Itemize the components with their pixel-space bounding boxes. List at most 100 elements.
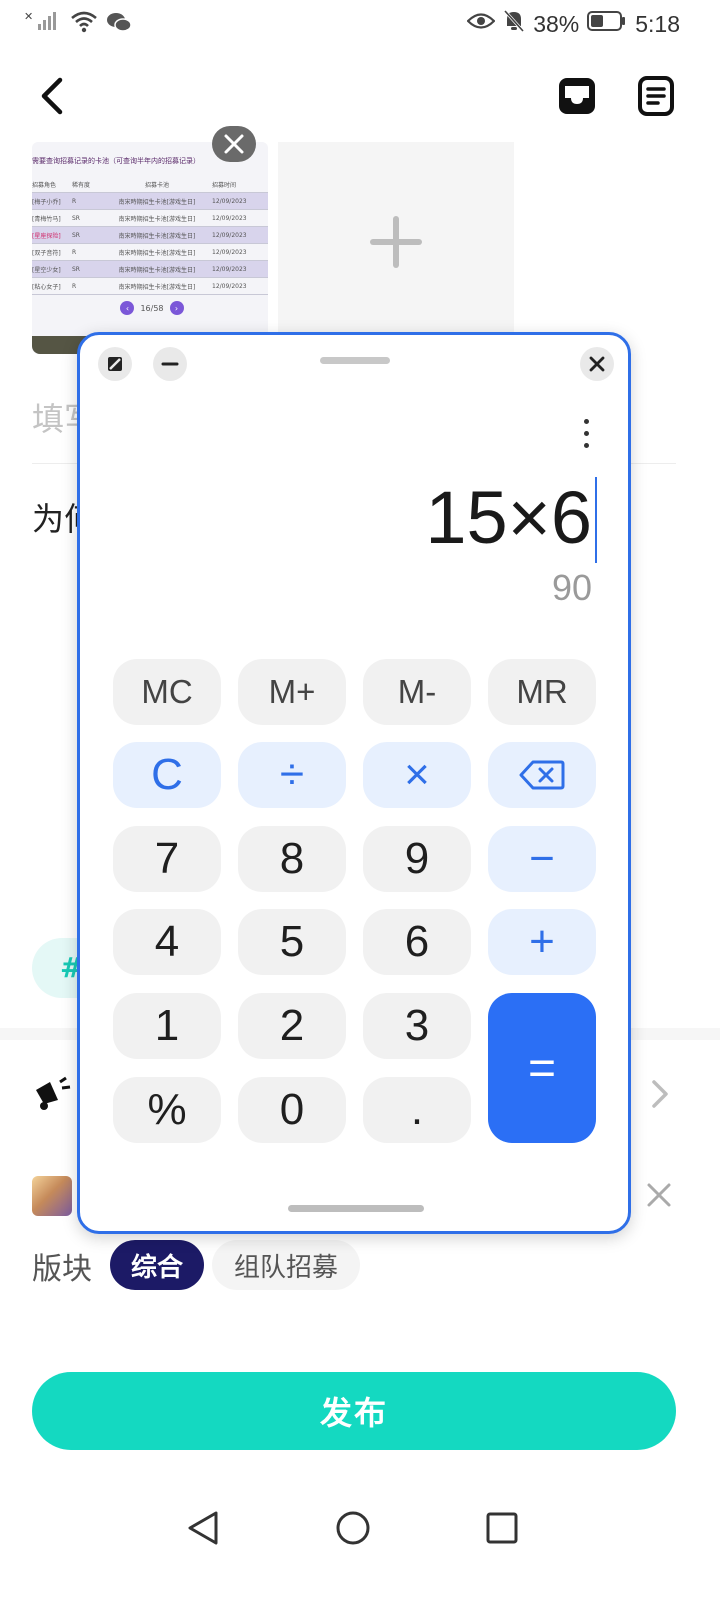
table-cell: [青梅竹马] <box>32 215 61 223</box>
table-cell: 稀有度 <box>72 181 91 189</box>
nav-home-button[interactable] <box>333 1508 373 1548</box>
table-cell: [粘心女子] <box>32 283 61 291</box>
svg-text:✕: ✕ <box>24 10 33 23</box>
close-icon[interactable] <box>644 1180 674 1210</box>
table-header-row: 招募角色 稀有度 招募卡池 招募时间 <box>32 176 268 193</box>
table-cell: 南宋時期招生卡池[游戏生日] <box>118 249 196 257</box>
table-cell: 南宋時期招生卡池[游戏生日] <box>118 198 196 206</box>
table-cell: 12/09/2023 <box>212 197 247 205</box>
table-cell: R <box>72 197 77 205</box>
signal-icon: ✕ <box>24 10 62 38</box>
add-image-button[interactable] <box>278 142 514 342</box>
chevron-left-icon <box>41 77 63 115</box>
expression-display[interactable]: 15×6 <box>425 475 592 560</box>
table-cell: 南宋時期招生卡池[游戏生日] <box>118 266 196 274</box>
remove-image-button[interactable] <box>212 126 256 162</box>
close-window-button[interactable] <box>580 347 614 381</box>
table-cell: 12/09/2023 <box>212 231 247 239</box>
table-cell: SR <box>72 231 80 239</box>
memory-subtract-button[interactable]: M- <box>363 659 471 725</box>
decimal-point-button[interactable]: . <box>363 1077 471 1143</box>
board-option-general[interactable]: 综合 <box>110 1240 204 1290</box>
table-cell: 招募时间 <box>212 181 237 189</box>
table-cell: SR <box>72 214 80 222</box>
minimize-button[interactable] <box>153 347 187 381</box>
memory-clear-button[interactable]: MC <box>113 659 221 725</box>
table-cell: 12/09/2023 <box>212 265 247 273</box>
system-nav-bar <box>0 1500 720 1560</box>
square-recents-icon <box>486 1512 518 1544</box>
table-cell: [星座探险] <box>32 232 61 240</box>
avatar <box>32 1176 72 1216</box>
table-row: [双子音符] R 南宋時期招生卡池[游戏生日] 12/09/2023 <box>32 244 268 261</box>
digit-2-button[interactable]: 2 <box>238 993 346 1059</box>
table-cell: R <box>72 282 77 290</box>
close-icon <box>224 134 244 154</box>
table-row: [粘心女子] R 南宋時期招生卡池[游戏生日] 12/09/2023 <box>32 278 268 295</box>
table-cell: [梅子小乔] <box>32 198 61 206</box>
equals-button[interactable]: = <box>488 993 596 1143</box>
memory-recall-button[interactable]: MR <box>488 659 596 725</box>
battery-percent: 38% <box>533 10 580 37</box>
drag-handle[interactable] <box>320 357 390 364</box>
digit-9-button[interactable]: 9 <box>363 826 471 892</box>
image-thumbnail[interactable]: 需要查询招募记录的卡池（可查询半年内的招募记录） 招募角色 稀有度 招募卡池 招… <box>32 142 268 354</box>
result-preview: 90 <box>551 567 592 608</box>
multiply-button[interactable]: × <box>363 742 471 808</box>
wechat-icon <box>106 10 132 38</box>
percent-button[interactable]: % <box>113 1077 221 1143</box>
clock: 5:18 <box>635 10 680 37</box>
back-button[interactable] <box>28 72 76 120</box>
resize-handle[interactable] <box>288 1205 424 1212</box>
backspace-button[interactable] <box>488 742 596 808</box>
digit-8-button[interactable]: 8 <box>238 826 346 892</box>
notes-button[interactable] <box>634 74 678 118</box>
megaphone-icon <box>32 1074 72 1114</box>
close-icon <box>589 356 605 372</box>
add-button[interactable]: + <box>488 909 596 975</box>
table-cell: 12/09/2023 <box>212 282 247 290</box>
digit-0-button[interactable]: 0 <box>238 1077 346 1143</box>
more-options-button[interactable] <box>572 413 600 453</box>
subtract-button[interactable]: − <box>488 826 596 892</box>
publish-button[interactable]: 发布 <box>32 1372 676 1450</box>
inbox-icon <box>559 78 595 114</box>
table-cell: 12/09/2023 <box>212 248 247 256</box>
document-icon <box>638 76 674 116</box>
drafts-button[interactable] <box>555 74 599 118</box>
chevron-right-icon: › <box>169 301 184 315</box>
table-cell: SR <box>72 265 80 273</box>
status-right: 38% 5:18 <box>466 9 680 39</box>
clear-button[interactable]: C <box>113 742 221 808</box>
nav-back-button[interactable] <box>183 1508 223 1548</box>
mute-bell-icon <box>503 9 525 39</box>
wifi-icon <box>70 10 98 38</box>
expand-icon <box>108 357 122 371</box>
thumbnail-table: 招募角色 稀有度 招募卡池 招募时间 [梅子小乔] R 南宋時期招生卡池[游戏生… <box>32 176 268 295</box>
divide-button[interactable]: ÷ <box>238 742 346 808</box>
digit-1-button[interactable]: 1 <box>113 993 221 1059</box>
eye-icon <box>466 10 496 38</box>
digit-3-button[interactable]: 3 <box>363 993 471 1059</box>
table-cell: R <box>72 248 77 256</box>
thumbnail-header-text: 需要查询招募记录的卡池（可查询半年内的招募记录） <box>32 157 200 165</box>
dot <box>583 418 589 424</box>
chevron-right-icon[interactable] <box>646 1074 674 1114</box>
nav-recents-button[interactable] <box>482 1508 522 1548</box>
table-cell: 招募角色 <box>32 181 57 189</box>
digit-4-button[interactable]: 4 <box>113 909 221 975</box>
board-option-team-recruit[interactable]: 组队招募 <box>212 1240 360 1290</box>
digit-5-button[interactable]: 5 <box>238 909 346 975</box>
table-row: [星座探险] SR 南宋時期招生卡池[游戏生日] 12/09/2023 <box>32 227 268 244</box>
table-cell: 南宋時期招生卡池[游戏生日] <box>118 215 196 223</box>
digit-7-button[interactable]: 7 <box>113 826 221 892</box>
digit-6-button[interactable]: 6 <box>363 909 471 975</box>
memory-add-button[interactable]: M+ <box>238 659 346 725</box>
table-cell: 12/09/2023 <box>212 214 247 222</box>
fullscreen-button[interactable] <box>98 347 132 381</box>
table-cell: 招募卡池 <box>144 181 169 189</box>
dot <box>583 442 589 448</box>
table-cell: [星空少女] <box>32 266 61 274</box>
table-cell: [双子音符] <box>32 249 61 257</box>
status-bar: ✕ 38% 5:18 <box>0 0 720 48</box>
